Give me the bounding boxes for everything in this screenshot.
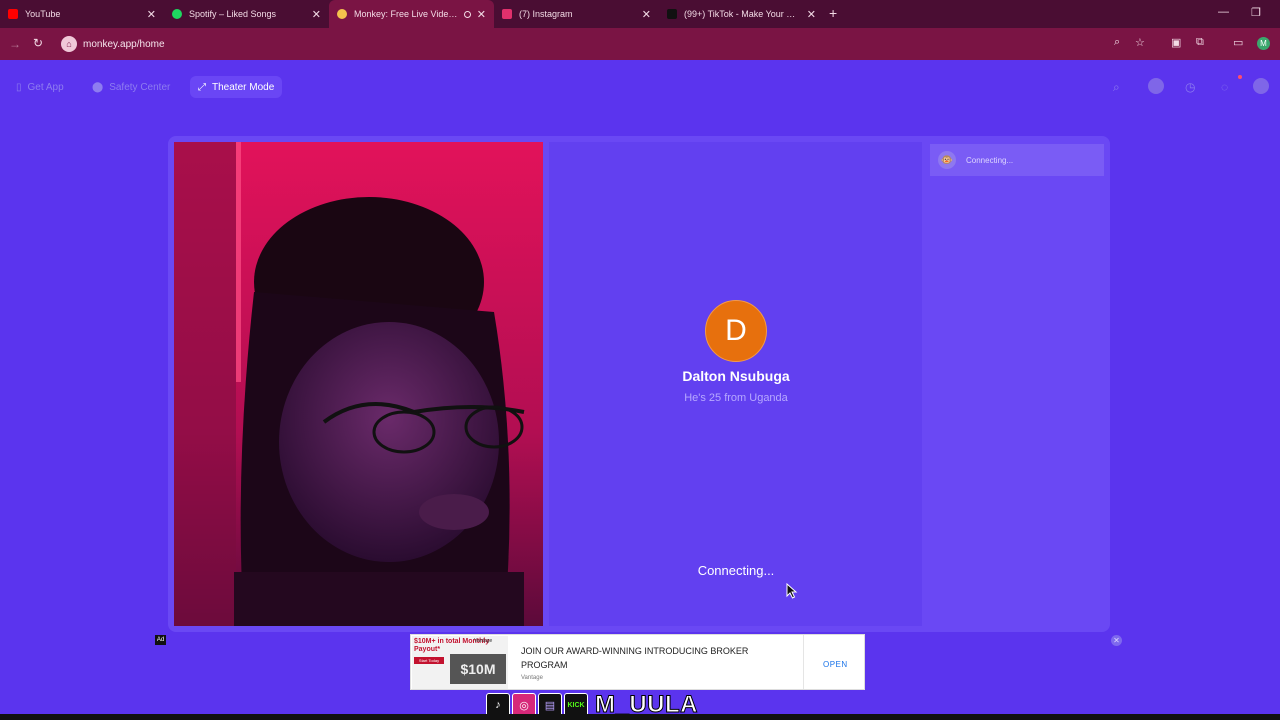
- tab-spotify[interactable]: Spotify – Liked Songs ✕: [164, 0, 329, 28]
- phone-icon: ▯: [16, 81, 22, 93]
- close-icon[interactable]: ✕: [147, 8, 156, 21]
- remote-user-subtitle: He's 25 from Uganda: [684, 392, 788, 404]
- remote-user-avatar: D: [705, 300, 767, 362]
- user-avatar[interactable]: [1253, 78, 1269, 94]
- browser-toolbar: [0, 28, 1280, 60]
- recording-icon: [463, 10, 471, 18]
- minimize-icon[interactable]: —: [1218, 6, 1229, 18]
- profile-avatar[interactable]: M: [1257, 37, 1270, 50]
- tab-title: (7) Instagram: [519, 9, 573, 19]
- safety-center-button[interactable]: ⬤ Safety Center: [84, 76, 178, 98]
- theater-mode-button[interactable]: ⤢ Theater Mode: [190, 76, 283, 98]
- get-app-label: Get App: [27, 81, 64, 93]
- bottom-edge: [0, 714, 1280, 720]
- address-text: monkey.app/home: [83, 38, 165, 50]
- get-app-button[interactable]: ▯ Get App: [8, 76, 72, 98]
- ad-title[interactable]: JOIN OUR AWARD-WINNING INTRODUCING BROKE…: [521, 644, 791, 672]
- ad-image-headline: $10M+ in total Monthly Payout*: [414, 638, 490, 653]
- maximize-icon[interactable]: ❐: [1251, 6, 1261, 19]
- tab-tiktok[interactable]: (99+) TikTok - Make Your Day ✕: [659, 0, 824, 28]
- chat-bubble-icon[interactable]: ◌: [1221, 80, 1228, 94]
- history-icon[interactable]: ◷: [1185, 80, 1195, 94]
- close-icon[interactable]: ✕: [642, 8, 651, 21]
- cast-icon[interactable]: ▭: [1233, 36, 1243, 49]
- tab-title: Monkey: Free Live Video Ch: [354, 9, 460, 19]
- close-icon[interactable]: ✕: [312, 8, 321, 21]
- ad-badge: Ad: [155, 635, 166, 645]
- monkey-icon: [337, 9, 347, 19]
- remote-video-pane: [549, 142, 922, 626]
- chat-status-text: Connecting...: [966, 155, 1014, 165]
- chat-panel: [928, 142, 1105, 626]
- shield-icon: ⬤: [92, 81, 104, 93]
- ad-image-brand: Vantage: [474, 638, 493, 644]
- extension-icon[interactable]: ▣: [1171, 36, 1181, 49]
- reload-icon[interactable]: ↻: [33, 36, 43, 50]
- ad-advertiser: Vantage: [521, 675, 543, 681]
- ad-banner[interactable]: $10M+ in total Monthly Payout* Start Tod…: [410, 634, 865, 690]
- tiktok-icon: [667, 9, 677, 19]
- remote-user-name: Dalton Nsubuga: [682, 368, 790, 384]
- close-icon[interactable]: ✕: [807, 8, 816, 21]
- chat-connecting-row: 🐵 Connecting...: [930, 144, 1104, 176]
- expand-icon: ⤢: [198, 81, 206, 93]
- new-tab-button[interactable]: +: [829, 5, 837, 21]
- instagram-icon: [502, 9, 512, 19]
- site-info-icon[interactable]: ⌂: [61, 36, 77, 52]
- youtube-icon: [8, 9, 18, 19]
- ad-image-amount: $10M: [450, 654, 506, 684]
- mouse-cursor-icon: [786, 583, 798, 599]
- puzzle-icon[interactable]: ⧉: [1196, 36, 1204, 49]
- camera-feed-image: [174, 142, 543, 626]
- theater-mode-label: Theater Mode: [212, 81, 275, 93]
- ad-image-cta: Start Today: [414, 657, 444, 664]
- notification-dot: [1238, 75, 1242, 79]
- bookmark-star-icon[interactable]: ☆: [1135, 36, 1145, 49]
- safety-center-label: Safety Center: [109, 81, 171, 93]
- zoom-icon[interactable]: ⌕: [1114, 36, 1120, 49]
- forward-icon[interactable]: →: [9, 37, 21, 51]
- self-camera-video: [174, 142, 543, 626]
- tab-youtube[interactable]: YouTube ✕: [0, 0, 164, 28]
- spotify-icon: [172, 9, 182, 19]
- close-icon[interactable]: ✕: [477, 8, 486, 21]
- ad-close-icon[interactable]: ✕: [1111, 635, 1122, 646]
- search-icon[interactable]: ⌕: [1113, 80, 1120, 95]
- monkey-icon: 🐵: [938, 151, 956, 169]
- connection-status: Connecting...: [697, 563, 775, 578]
- tab-monkey[interactable]: Monkey: Free Live Video Ch ✕: [329, 0, 494, 28]
- tab-title: (99+) TikTok - Make Your Day: [684, 9, 801, 19]
- tab-title: YouTube: [25, 9, 61, 19]
- ad-open-button[interactable]: OPEN: [823, 660, 848, 669]
- browser-tab-strip: YouTube ✕ Spotify – Liked Songs ✕ Monkey…: [0, 0, 1280, 28]
- ad-image[interactable]: $10M+ in total Monthly Payout* Start Tod…: [412, 636, 508, 689]
- coin-icon[interactable]: [1148, 78, 1164, 94]
- tab-title: Spotify – Liked Songs: [189, 9, 277, 19]
- tab-instagram[interactable]: (7) Instagram ✕: [494, 0, 659, 28]
- address-bar[interactable]: ⌂ monkey.app/home: [58, 33, 165, 55]
- ad-divider: [803, 635, 804, 689]
